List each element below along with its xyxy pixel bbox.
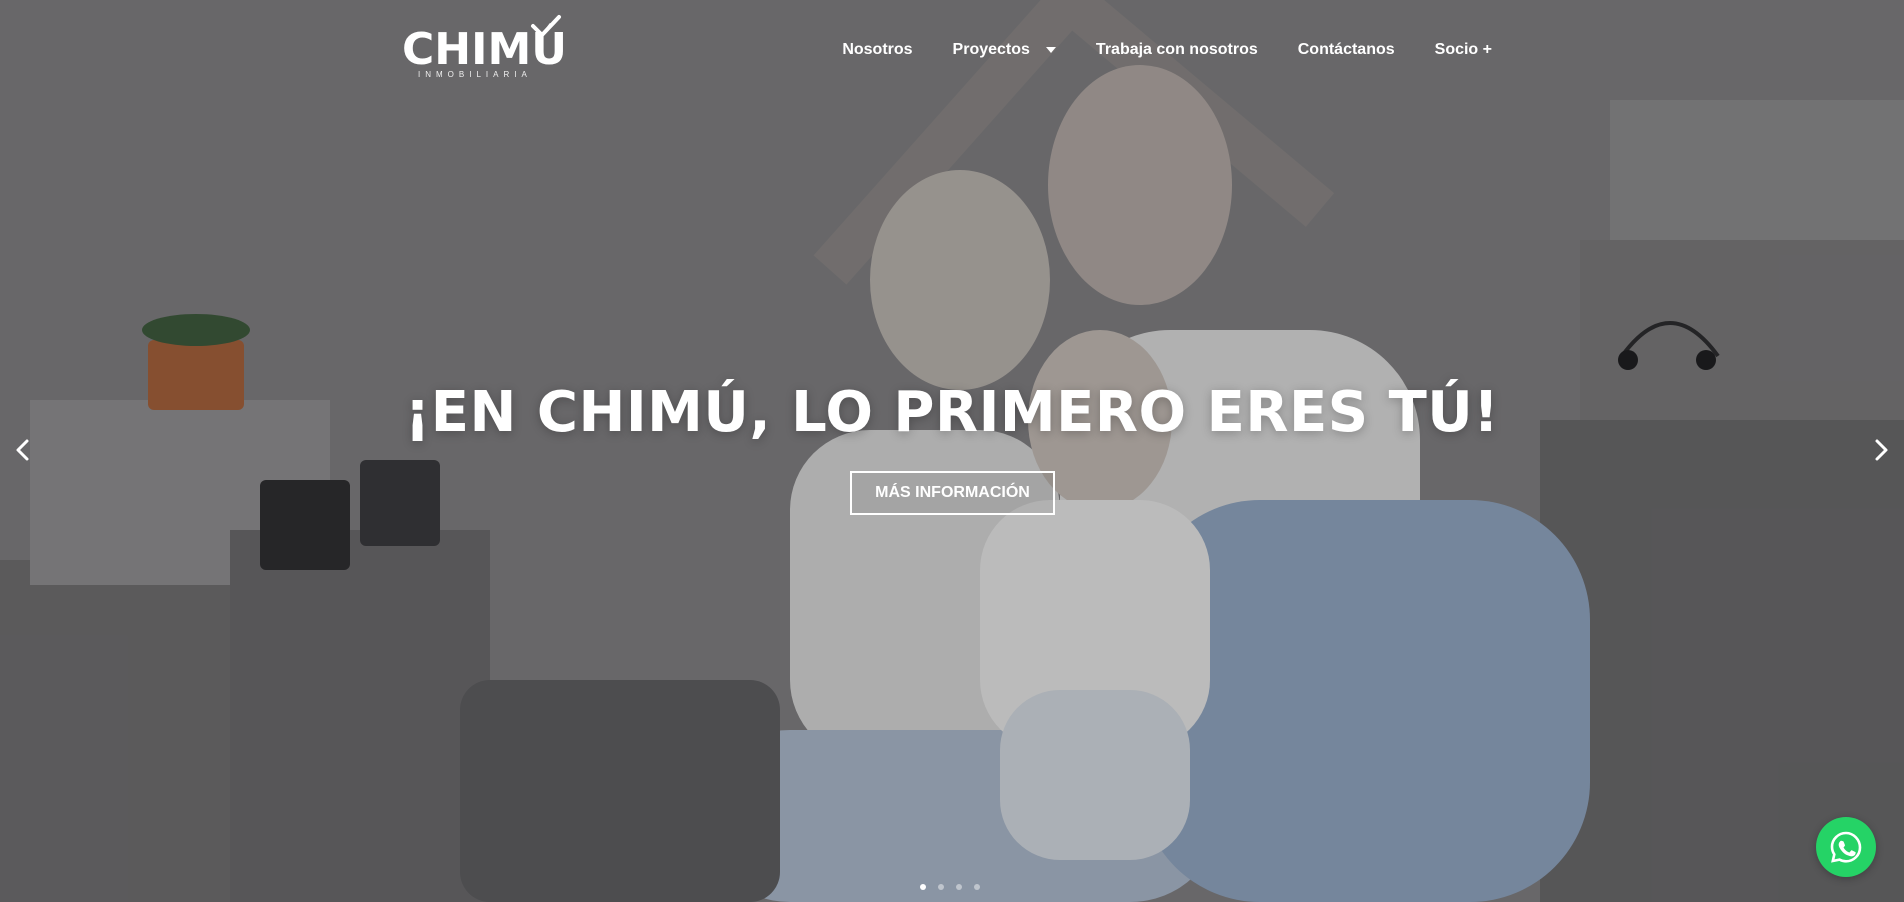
nav-item-nosotros[interactable]: Nosotros xyxy=(842,41,912,59)
slider-prev-button[interactable] xyxy=(8,435,38,465)
site-header: CHIMÚ INMOBILIARIA Nosotros Proyectos Tr… xyxy=(0,0,1904,96)
nav-item-label: Socio + xyxy=(1434,41,1492,58)
chevron-left-icon xyxy=(16,439,29,461)
caret-down-icon xyxy=(1045,47,1056,53)
slider-dot[interactable] xyxy=(956,884,962,890)
check-icon xyxy=(531,15,561,37)
more-info-button-label: MÁS INFORMACIÓN xyxy=(875,484,1030,501)
more-info-button[interactable]: MÁS INFORMACIÓN xyxy=(850,471,1055,515)
nav-item-label: Nosotros xyxy=(842,41,913,58)
brand-logo[interactable]: CHIMÚ INMOBILIARIA xyxy=(402,14,567,82)
chevron-right-icon xyxy=(1875,439,1888,461)
nav-item-label: Trabaja con nosotros xyxy=(1095,41,1258,58)
slider-dot[interactable] xyxy=(974,884,980,890)
nav-item-label: Proyectos xyxy=(952,41,1030,58)
brand-tagline: INMOBILIARIA xyxy=(418,70,532,79)
nav-item-socio-plus[interactable]: Socio + xyxy=(1435,41,1492,59)
whatsapp-button[interactable] xyxy=(1816,817,1876,877)
nav-item-proyectos[interactable]: Proyectos xyxy=(953,41,1056,59)
nav-item-trabaja-con-nosotros[interactable]: Trabaja con nosotros xyxy=(1096,41,1258,59)
nav-item-contactanos[interactable]: Contáctanos xyxy=(1298,41,1395,59)
main-navigation: Nosotros Proyectos Trabaja con nosotros … xyxy=(842,0,1492,100)
slider-dot[interactable] xyxy=(920,884,926,890)
hero-headline: ¡EN CHIMÚ, LO PRIMERO ERES TÚ! xyxy=(404,380,1500,445)
hero-slider: CHIMÚ INMOBILIARIA Nosotros Proyectos Tr… xyxy=(0,0,1904,902)
hero-overlay xyxy=(0,0,1904,902)
nav-item-label: Contáctanos xyxy=(1297,41,1395,58)
whatsapp-icon xyxy=(1830,831,1862,863)
slider-pagination xyxy=(920,884,980,890)
slider-dot[interactable] xyxy=(938,884,944,890)
slider-next-button[interactable] xyxy=(1866,435,1896,465)
